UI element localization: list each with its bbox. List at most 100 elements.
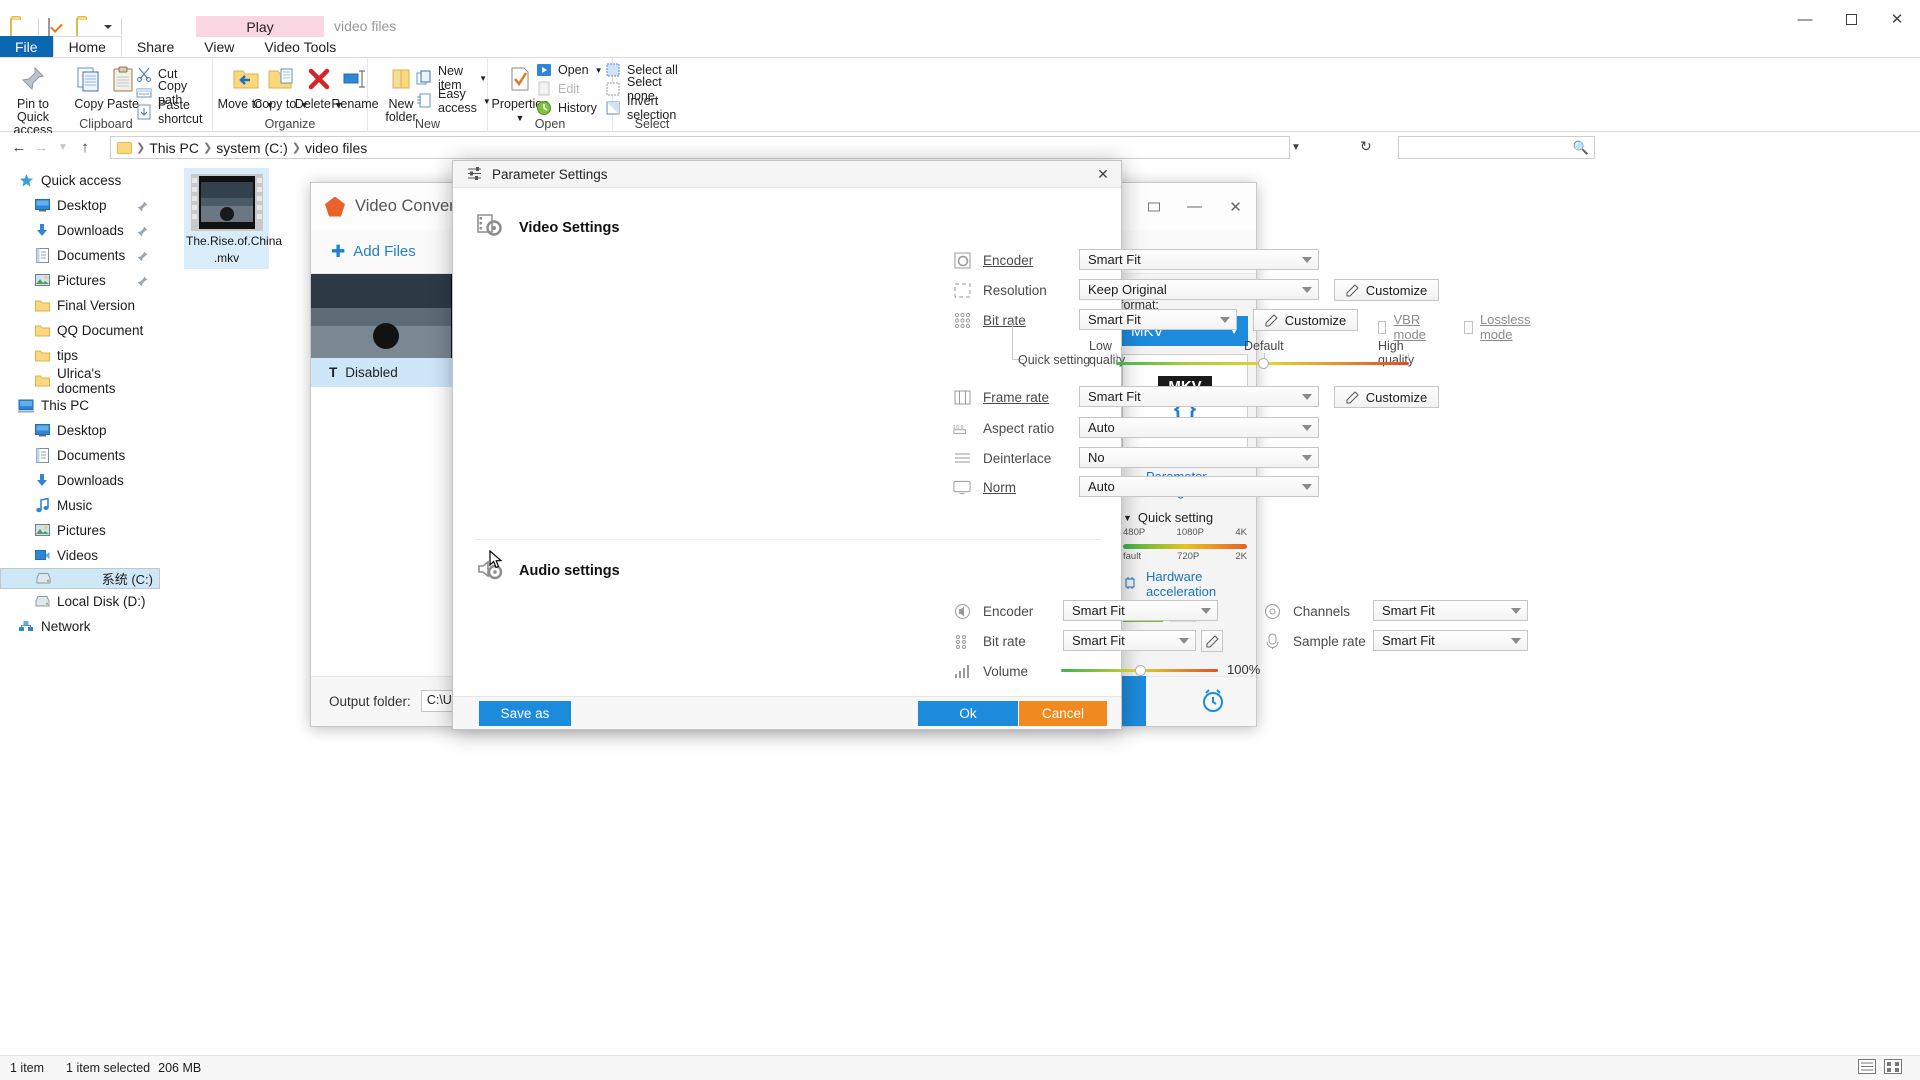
- converter-minimize-button[interactable]: —: [1174, 183, 1215, 230]
- norm-select[interactable]: Auto: [1079, 476, 1319, 497]
- dialog-titlebar: Parameter Settings ✕: [453, 161, 1121, 188]
- breadcrumb[interactable]: ❯ This PC ❯ system (C:) ❯ video files: [110, 136, 1290, 159]
- sidebar-item-desktop[interactable]: Desktop: [0, 418, 160, 443]
- volume-value: 100%: [1227, 662, 1261, 677]
- samplerate-icon: [1263, 632, 1281, 650]
- sidebar-item-label: Desktop: [57, 198, 107, 213]
- open-button[interactable]: Open ▼: [536, 61, 603, 79]
- properties-icon[interactable]: [48, 17, 67, 37]
- up-button[interactable]: ↑: [74, 136, 96, 158]
- resolution-customize-button[interactable]: Customize: [1334, 279, 1439, 301]
- add-files-button[interactable]: ✚ Add Files: [331, 243, 416, 260]
- file-tile[interactable]: The.Rise.of.China .mkv: [184, 168, 282, 269]
- save-as-button[interactable]: Save as: [479, 701, 571, 726]
- large-icons-view-button[interactable]: [1884, 1059, 1902, 1077]
- volume-slider-knob[interactable]: [1134, 665, 1146, 676]
- new-item-button[interactable]: New item ▼: [416, 64, 487, 92]
- sidebar-item-documents[interactable]: Documents: [0, 443, 160, 468]
- sidebar-item-downloads[interactable]: Downloads: [0, 468, 160, 493]
- easy-access-button[interactable]: Easy access ▼: [416, 87, 491, 115]
- sidebar-item-network[interactable]: Network: [0, 614, 160, 639]
- output-folder-label: Output folder:: [329, 693, 411, 709]
- button-label: Easy access: [438, 87, 477, 115]
- forward-button[interactable]: →: [30, 136, 52, 158]
- sidebar-item-c[interactable]: 系统 (C:): [0, 568, 160, 589]
- sidebar-item-qq-document[interactable]: QQ Document: [0, 318, 160, 343]
- subtitle-icon: T: [329, 365, 338, 380]
- recent-locations-button[interactable]: ▼: [52, 136, 74, 158]
- bitrate-select[interactable]: Smart Fit: [1079, 309, 1237, 330]
- sidebar-item-final-version[interactable]: Final Version: [0, 293, 160, 318]
- button-label: Customize: [1284, 312, 1347, 328]
- tab-home[interactable]: Home: [52, 36, 122, 57]
- breadcrumb-item-system-c[interactable]: system (C:): [216, 140, 288, 156]
- tick-4k: 4K: [1235, 527, 1247, 538]
- encoder-select[interactable]: Smart Fit: [1079, 249, 1319, 270]
- bitrate-customize-button[interactable]: Customize: [1253, 309, 1358, 331]
- quality-slider-knob[interactable]: [1257, 358, 1269, 369]
- pin-window-button[interactable]: [1133, 183, 1174, 230]
- breadcrumb-item-video-files[interactable]: video files: [305, 140, 367, 156]
- schedule-icon[interactable]: [1198, 686, 1228, 716]
- audio-bitrate-edit-button[interactable]: [1201, 630, 1223, 652]
- select-all-icon: [605, 62, 621, 78]
- tab-view[interactable]: View: [189, 36, 249, 57]
- minimize-button[interactable]: —: [1782, 0, 1828, 38]
- sidebar-item-local-disk-d[interactable]: Local Disk (D:): [0, 589, 160, 614]
- converter-close-button[interactable]: ✕: [1215, 183, 1256, 230]
- tab-file[interactable]: File: [0, 36, 53, 57]
- pin-icon[interactable]: [137, 225, 148, 237]
- sidebar-item-downloads[interactable]: Downloads: [0, 218, 160, 243]
- audio-encoder-select[interactable]: Smart Fit: [1063, 600, 1218, 621]
- edit-button[interactable]: Edit: [536, 80, 580, 98]
- pin-icon[interactable]: [137, 200, 148, 212]
- back-button[interactable]: ←: [8, 136, 30, 158]
- framerate-customize-button[interactable]: Customize: [1334, 386, 1439, 408]
- deinterlace-select[interactable]: No: [1079, 447, 1319, 468]
- sample-rate-select[interactable]: Smart Fit: [1373, 630, 1528, 651]
- sidebar-item-documents[interactable]: Documents: [0, 243, 160, 268]
- sidebar-item-quick-access[interactable]: Quick access: [0, 168, 160, 193]
- sidebar-item-ulrica-s-docments[interactable]: Ulrica's docments: [0, 366, 160, 396]
- pin-icon[interactable]: [137, 250, 148, 262]
- maximize-button[interactable]: [1828, 0, 1874, 38]
- sidebar-item-pictures[interactable]: Pictures: [0, 518, 160, 543]
- history-button[interactable]: History: [536, 99, 597, 117]
- tab-share[interactable]: Share: [122, 36, 189, 57]
- pin-icon: [4, 63, 62, 95]
- sidebar-item-tips[interactable]: tips: [0, 343, 160, 368]
- aspect-ratio-select[interactable]: Auto: [1079, 417, 1319, 438]
- close-button[interactable]: ✕: [1874, 0, 1920, 38]
- chevron-down-icon[interactable]: [104, 24, 112, 29]
- vbr-mode-checkbox[interactable]: VBR mode: [1378, 312, 1431, 342]
- new-folder-icon[interactable]: [76, 17, 95, 37]
- framerate-select[interactable]: Smart Fit: [1079, 386, 1319, 407]
- tab-video-tools[interactable]: Video Tools: [249, 36, 351, 57]
- navigation-pane[interactable]: Quick access Desktop Downloads Documents Pic…: [0, 168, 160, 1055]
- sample-rate-value: Smart Fit: [1382, 633, 1435, 648]
- invert-selection-button[interactable]: Invert selection: [605, 94, 691, 122]
- sidebar-item-pictures[interactable]: Pictures: [0, 268, 160, 293]
- lossless-mode-checkbox[interactable]: Lossless mode: [1464, 312, 1535, 342]
- resolution-select[interactable]: Keep Original: [1079, 279, 1319, 300]
- cancel-button[interactable]: Cancel: [1019, 701, 1107, 726]
- folder-icon[interactable]: [10, 17, 29, 37]
- breadcrumb-item-this-pc[interactable]: This PC: [149, 140, 199, 156]
- channels-value: Smart Fit: [1382, 603, 1435, 618]
- sidebar-item-music[interactable]: Music: [0, 493, 160, 518]
- channels-select[interactable]: Smart Fit: [1373, 600, 1528, 621]
- group-label: Clipboard: [79, 117, 133, 131]
- close-icon[interactable]: ✕: [1085, 161, 1121, 188]
- address-dropdown-icon[interactable]: ▼: [1286, 137, 1306, 158]
- audio-bitrate-value: Smart Fit: [1072, 633, 1125, 648]
- audio-bitrate-select[interactable]: Smart Fit: [1063, 630, 1196, 651]
- refresh-icon[interactable]: ↻: [1360, 138, 1372, 155]
- sidebar-item-this-pc[interactable]: This PC: [0, 393, 160, 418]
- ok-button[interactable]: Ok: [918, 701, 1018, 726]
- pin-icon[interactable]: [137, 275, 148, 287]
- details-view-button[interactable]: [1858, 1059, 1876, 1077]
- sidebar-item-videos[interactable]: Videos: [0, 543, 160, 568]
- sidebar-item-desktop[interactable]: Desktop: [0, 193, 160, 218]
- drive-icon: [35, 571, 51, 587]
- search-input[interactable]: 🔍: [1398, 136, 1595, 159]
